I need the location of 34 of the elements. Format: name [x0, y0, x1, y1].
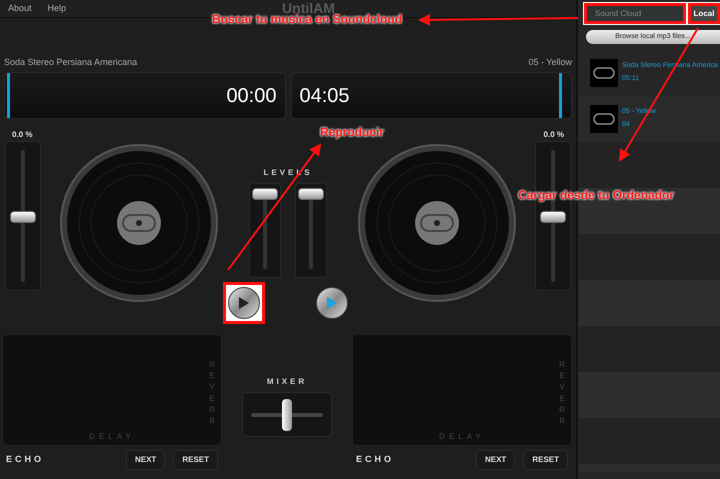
echo-label: ECHO — [355, 453, 394, 466]
turntable-drawing[interactable] — [59, 143, 219, 303]
track-title: Soda Stereo Persiana Americana — [4, 56, 138, 69]
time-display: 04:05 — [300, 84, 350, 108]
slider-thumb[interactable] — [10, 211, 36, 223]
pitch-reading: 0.0 % — [12, 129, 32, 139]
playhead-marker[interactable] — [559, 73, 562, 118]
annotation-text: Reproducir — [320, 124, 384, 141]
local-button[interactable]: Local — [688, 3, 720, 24]
fx-button[interactable]: NEXT — [126, 450, 166, 470]
play-icon — [238, 296, 250, 310]
slider-thumb[interactable] — [298, 188, 324, 200]
time-display: 00:00 — [226, 84, 276, 108]
pitch-reading: 0.0 % — [544, 129, 564, 139]
radio-logo-icon — [593, 67, 615, 79]
radio-logo-icon — [593, 113, 615, 125]
slider-thumb[interactable] — [540, 211, 566, 223]
fx-button[interactable]: RESET — [523, 450, 568, 470]
mixer-label: MIXER — [266, 376, 308, 388]
track-title: 05 - Yellow — [528, 56, 572, 69]
fx-button[interactable]: NEXT — [476, 450, 516, 470]
play-icon — [326, 296, 338, 310]
crossfader-thumb[interactable] — [282, 399, 292, 431]
source-field[interactable]: Sound Cloud — [584, 3, 686, 24]
annotation-text: Buscar tu musica en Soundcloud — [212, 12, 402, 28]
annotation-text: Cargar desde tu Ordenador — [518, 187, 674, 204]
menu-item[interactable]: About — [8, 2, 32, 16]
play-button[interactable] — [316, 287, 348, 319]
playhead-marker[interactable] — [7, 73, 10, 118]
echo-label: ECHO — [5, 453, 44, 466]
turntable-drawing[interactable] — [357, 143, 517, 303]
slider-thumb[interactable] — [252, 188, 278, 200]
fx-button[interactable]: RESET — [173, 450, 218, 470]
menu-item[interactable]: Help — [48, 2, 66, 16]
